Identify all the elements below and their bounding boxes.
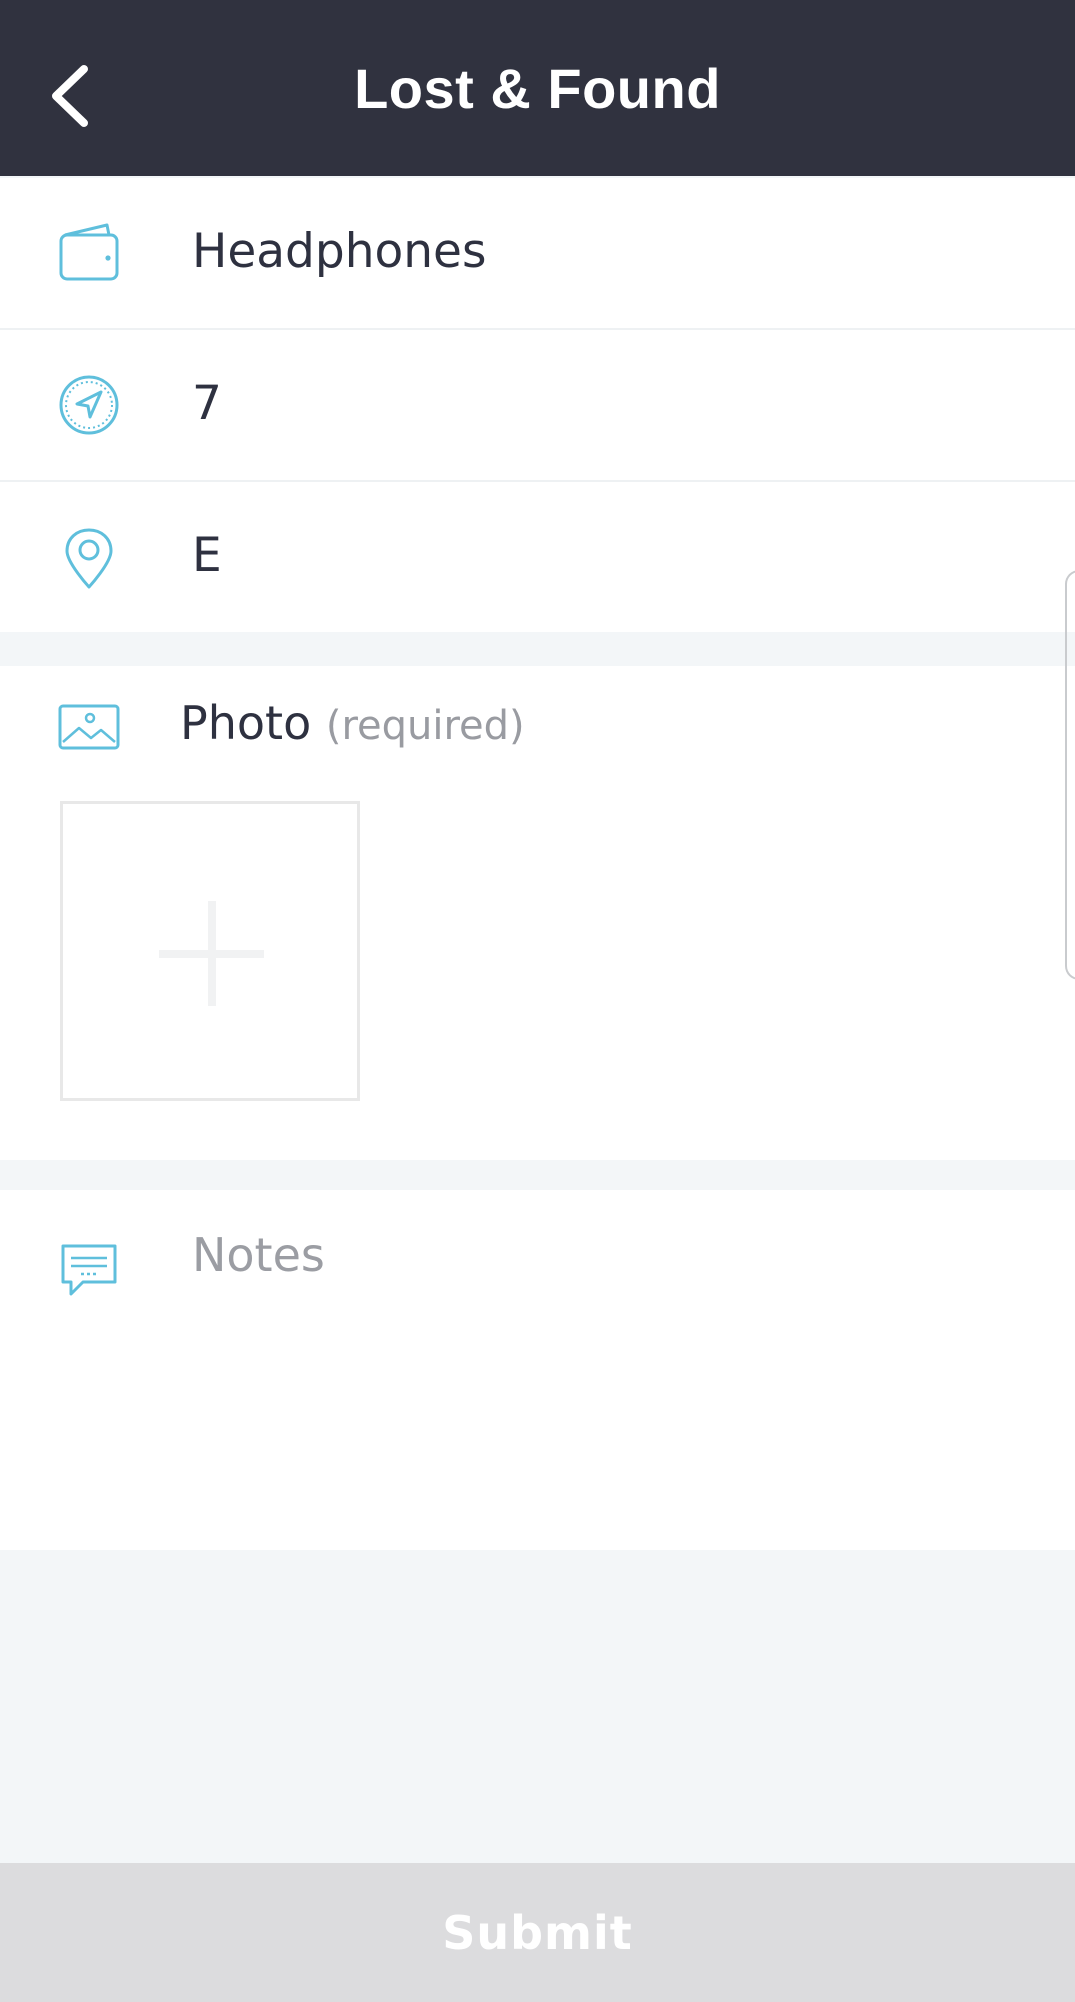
item-name-field[interactable]: Headphones [0, 178, 1075, 328]
page-title: Lost & Found [354, 56, 721, 120]
header-bar: Lost & Found [0, 0, 1075, 176]
required-hint: (required) [325, 703, 525, 749]
chat-bubble-icon [57, 1238, 121, 1302]
map-pin-icon [57, 527, 121, 591]
wallet-icon [57, 221, 121, 285]
number-field[interactable]: 7 [0, 330, 1075, 480]
notes-placeholder: Notes [192, 1228, 325, 1282]
number-value: 7 [192, 376, 222, 431]
navigation-icon [57, 373, 121, 437]
photo-label-text: Photo [180, 696, 312, 750]
item-name-value: Headphones [192, 224, 487, 279]
add-photo-button[interactable] [60, 801, 360, 1101]
back-button[interactable] [30, 48, 110, 144]
image-icon [57, 696, 121, 760]
chevron-left-icon [52, 65, 88, 127]
lost-and-found-screen: Lost & Found Headphones 7 E Photo (requi… [0, 0, 1075, 2002]
photo-label: Photo (required) [180, 696, 525, 750]
edge-panel-handle[interactable] [1065, 570, 1075, 980]
location-field[interactable]: E [0, 482, 1075, 632]
photo-section: Photo (required) [0, 666, 1075, 1160]
submit-label: Submit [442, 1905, 633, 1960]
notes-field[interactable]: Notes [0, 1190, 1075, 1550]
submit-button[interactable]: Submit [0, 1863, 1075, 2002]
location-value: E [192, 528, 222, 583]
